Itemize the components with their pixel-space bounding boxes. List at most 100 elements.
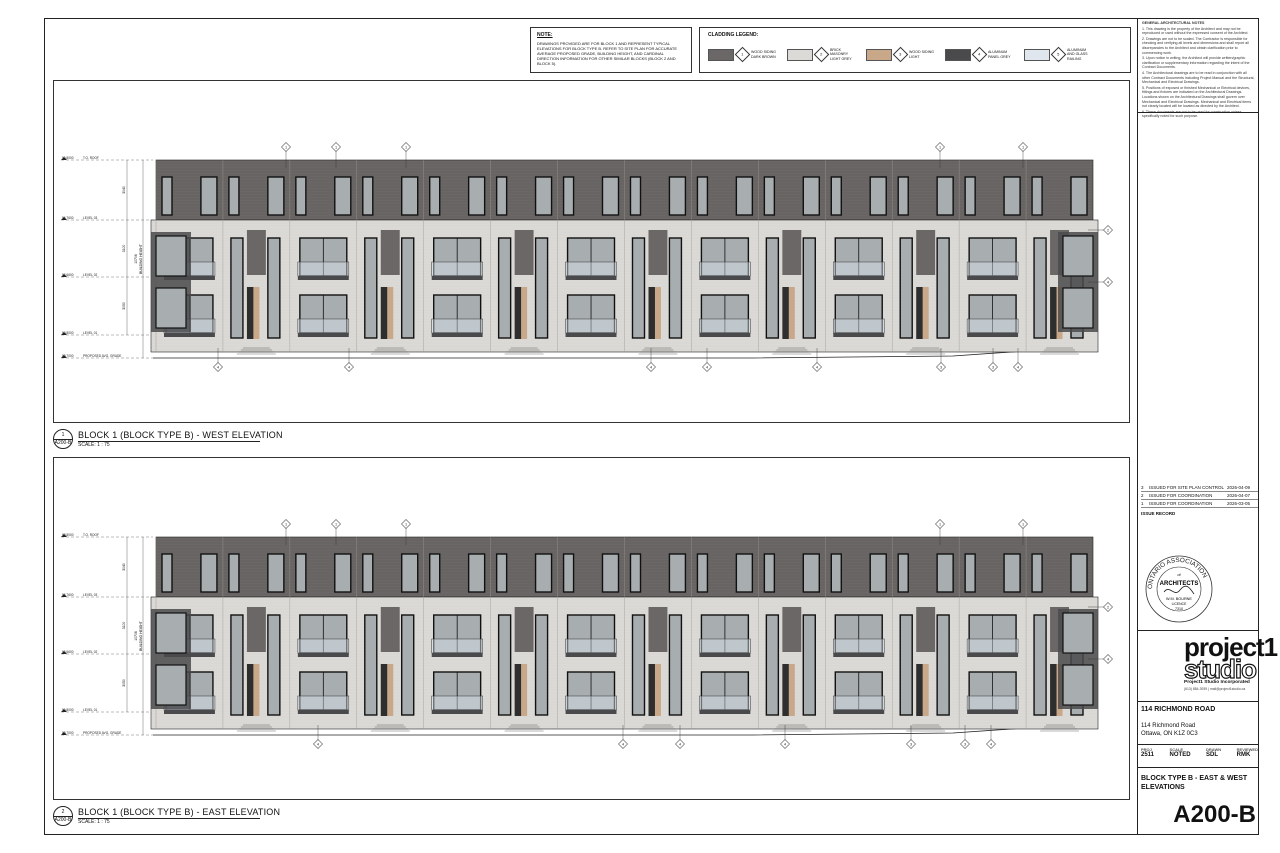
- dimension-value: 3040: [122, 186, 126, 194]
- end-window: [1062, 612, 1094, 654]
- entry-door: [514, 287, 522, 339]
- upper-window: [830, 176, 842, 216]
- issue-number: 3: [1141, 485, 1144, 490]
- wood-siding-light: [788, 287, 795, 339]
- tall-window: [936, 614, 950, 716]
- general-note: 3. Upon notice in writing, the Architect…: [1142, 56, 1250, 70]
- issue-number: 2: [1141, 493, 1144, 498]
- tall-window: [802, 237, 816, 339]
- tall-window: [364, 237, 378, 339]
- glass-railing: [833, 318, 885, 334]
- upper-window: [534, 553, 553, 593]
- issue-number: 1: [1141, 501, 1144, 506]
- title-block: GENERAL ARCHITECTURAL NOTES 1. This draw…: [1137, 18, 1278, 835]
- material-tag-number: 3: [992, 365, 994, 369]
- upper-window: [429, 553, 441, 593]
- legend-item: 3 WOOD SIDING LIGHT: [866, 46, 935, 63]
- meta-field: SCALE NOTED: [1170, 747, 1191, 758]
- entry-door: [246, 287, 254, 339]
- issue-date: 2026-04-07: [1227, 493, 1251, 498]
- material-tag: 3: [906, 739, 916, 749]
- upper-window: [869, 553, 887, 593]
- upper-window: [601, 176, 620, 216]
- tall-window: [364, 614, 378, 716]
- legend-item: 5 ALUMINUM AND GLASS RAILING: [1024, 46, 1093, 63]
- general-note: 5. Positions of exposed or finished Mech…: [1142, 85, 1252, 109]
- material-tag: 1: [401, 142, 411, 152]
- issue-description: ISSUED FOR COORDINATION: [1149, 501, 1213, 506]
- balcony-slab: [164, 710, 215, 714]
- balcony-slab: [699, 276, 751, 280]
- wood-siding-light: [387, 664, 394, 716]
- material-tag-number: 4: [816, 365, 818, 369]
- firm-contact: (613) 884-3939 | mail@project1studio.ca: [1184, 687, 1246, 691]
- legend-number-tag: 5: [1050, 46, 1067, 63]
- material-tag-number: 1: [285, 522, 287, 526]
- material-tag: 1: [1018, 519, 1028, 529]
- material-tag-number: 1: [405, 522, 407, 526]
- tall-window: [401, 614, 415, 716]
- general-notes-title: GENERAL ARCHITECTURAL NOTES: [1142, 21, 1205, 25]
- material-tag-number: 1: [405, 145, 407, 149]
- legend-swatch: [866, 48, 892, 61]
- upper-window: [1070, 176, 1088, 216]
- tall-window: [497, 614, 512, 716]
- upper-window: [228, 553, 240, 593]
- project-title: 114 RICHMOND ROAD: [1141, 706, 1216, 713]
- wood-siding-panel: [782, 607, 802, 652]
- balcony-slab: [431, 333, 483, 337]
- material-tag-number: 4: [217, 365, 219, 369]
- note-title: NOTE:: [537, 32, 553, 38]
- wood-siding-panel: [380, 230, 400, 275]
- legend-number: 1: [741, 52, 744, 58]
- glass-railing: [431, 318, 483, 334]
- meta-value: SDL: [1206, 752, 1219, 758]
- seal-number: 7310: [1175, 607, 1183, 611]
- wood-siding-light: [654, 287, 661, 339]
- tall-window: [1033, 614, 1047, 716]
- drawing-number: 1: [61, 431, 65, 438]
- glass-railing: [699, 261, 751, 277]
- glass-railing: [297, 261, 350, 277]
- drawing-sheet-ref: A200-B: [54, 816, 72, 823]
- material-tag-number: 3: [964, 742, 966, 746]
- legend-swatch: [1024, 48, 1050, 61]
- balcony-slab: [699, 710, 751, 714]
- upper-window: [200, 176, 218, 216]
- general-note: 4. The Architectural drawings are to be …: [1142, 70, 1255, 85]
- glass-railing: [565, 318, 617, 334]
- upper-window: [763, 553, 776, 593]
- divider: [1138, 767, 1259, 768]
- issue-description: ISSUED FOR SITE PLAN CONTROL: [1149, 485, 1225, 490]
- issue-description: ISSUED FOR COORDINATION: [1149, 493, 1213, 498]
- material-tag: 1: [331, 519, 341, 529]
- balcony-slab: [565, 710, 617, 714]
- wood-siding-panel: [648, 230, 668, 275]
- tall-window: [401, 237, 415, 339]
- wood-siding-light: [788, 664, 795, 716]
- material-tag: 1: [1018, 142, 1028, 152]
- issue-date: 2026-03-05: [1227, 501, 1251, 506]
- legend-number: 2: [820, 52, 823, 58]
- tall-window: [534, 237, 549, 339]
- entry-door: [380, 287, 388, 339]
- legend-number-tag: 3: [892, 46, 909, 63]
- balcony-slab: [967, 276, 1019, 280]
- upper-window: [228, 176, 240, 216]
- legend-swatch: [945, 48, 971, 61]
- tall-window: [668, 237, 683, 339]
- upper-window: [467, 553, 486, 593]
- glass-railing: [699, 695, 751, 711]
- upper-window: [562, 553, 575, 593]
- glass-railing: [431, 261, 483, 277]
- material-tag-number: 1: [1022, 145, 1024, 149]
- meta-value: 2511: [1141, 752, 1155, 758]
- wood-siding-panel: [246, 607, 266, 652]
- tall-window: [267, 614, 281, 716]
- glass-railing: [833, 695, 885, 711]
- balcony-slab: [967, 710, 1019, 714]
- glass-railing: [966, 318, 1019, 334]
- upper-window: [334, 553, 352, 593]
- meta-field: REVIEWED RMK: [1237, 747, 1258, 758]
- balcony-slab: [699, 333, 751, 337]
